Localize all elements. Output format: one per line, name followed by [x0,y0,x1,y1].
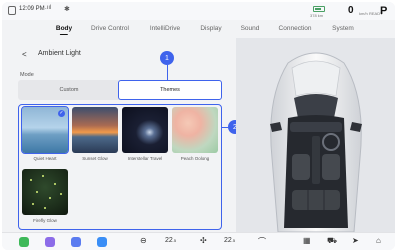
back-button[interactable]: < [22,50,27,59]
mode-themes-option[interactable]: Themes [118,80,222,100]
theme-thumbnail [22,169,68,215]
theme-name: Peach Oolong [180,156,210,161]
bottom-dock: ⊖ 22.5 ✣ 22.5 ⌒ ▦ ⛟ ➤ ⌂ [2,232,395,250]
navigation-icon[interactable]: ➤ [352,236,359,245]
app-grid-icon[interactable]: ▦ [303,236,311,245]
status-bar: 12:09 PM .ııl ✱ 378 km 0 km/h READY P [2,2,395,20]
gear-indicator: P [380,5,388,17]
app-phone-icon[interactable] [19,237,29,247]
page-title: Ambient Light [38,50,81,57]
user-profile-icon[interactable] [8,6,16,15]
left-temperature[interactable]: 22.5 [165,237,176,244]
tab-display[interactable]: Display [200,25,221,32]
speed-readout: 0 [348,5,354,16]
theme-name: Sunset Glow [82,156,108,161]
tab-system[interactable]: System [332,25,354,32]
battery-icon [313,6,325,12]
right-temperature[interactable]: 22.5 [224,237,235,244]
app-calendar-icon[interactable] [71,237,81,247]
defrost-icon[interactable]: ⌒ [258,236,266,247]
car-icon[interactable]: ⛟ [327,236,337,246]
theme-thumbnail [72,107,118,153]
theme-thumbnail [122,107,168,153]
theme-card-interstellar-travel[interactable]: Interstellar Travel [122,107,168,161]
theme-name: Quiet Heart [33,156,57,161]
themes-grid: ✓ Quiet Heart Sunset Glow Interstellar T… [18,104,222,230]
callout-1-connector [167,65,168,81]
mode-segmented-control: Custom Themes [18,80,222,100]
theme-name: Interstellar Travel [127,156,163,161]
mode-custom-option[interactable]: Custom [18,80,120,100]
settings-tabs: Body Drive Control IntelliDrive Display … [2,22,395,36]
theme-thumbnail [172,107,218,153]
fan-icon[interactable]: ✣ [200,236,207,245]
range-readout: 378 km [310,13,324,18]
home-icon[interactable]: ⌂ [376,236,381,245]
theme-card-peach-oolong[interactable]: Peach Oolong [172,107,218,161]
vehicle-view [236,38,395,233]
app-media-icon[interactable] [45,237,55,247]
tab-drive-control[interactable]: Drive Control [91,25,129,32]
callout-1-badge: 1 [160,51,174,65]
infotainment-screen: 12:09 PM .ııl ✱ 378 km 0 km/h READY P Bo… [2,2,395,250]
seat-heat-icon[interactable]: ⊖ [140,236,147,245]
theme-card-quiet-heart[interactable]: ✓ Quiet Heart [21,106,69,161]
speed-unit: km/h [359,11,368,16]
tab-connection[interactable]: Connection [279,25,312,32]
clock: 12:09 PM [19,6,45,12]
tab-intellidrive[interactable]: IntelliDrive [150,25,180,32]
mode-label: Mode [20,72,34,78]
car-top-view-illustration [270,52,362,233]
tab-sound[interactable]: Sound [241,25,260,32]
theme-thumbnail: ✓ [21,106,69,154]
theme-card-firefly-glow[interactable]: Firefly Glow [22,169,68,223]
theme-card-sunset-glow[interactable]: Sunset Glow [72,107,118,161]
theme-name: Firefly Glow [33,218,57,223]
selected-check-icon: ✓ [58,110,65,117]
tab-body[interactable]: Body [56,25,72,35]
app-music-icon[interactable] [97,237,107,247]
signal-icon: .ııl [45,5,52,11]
bluetooth-icon: ✱ [64,6,70,13]
